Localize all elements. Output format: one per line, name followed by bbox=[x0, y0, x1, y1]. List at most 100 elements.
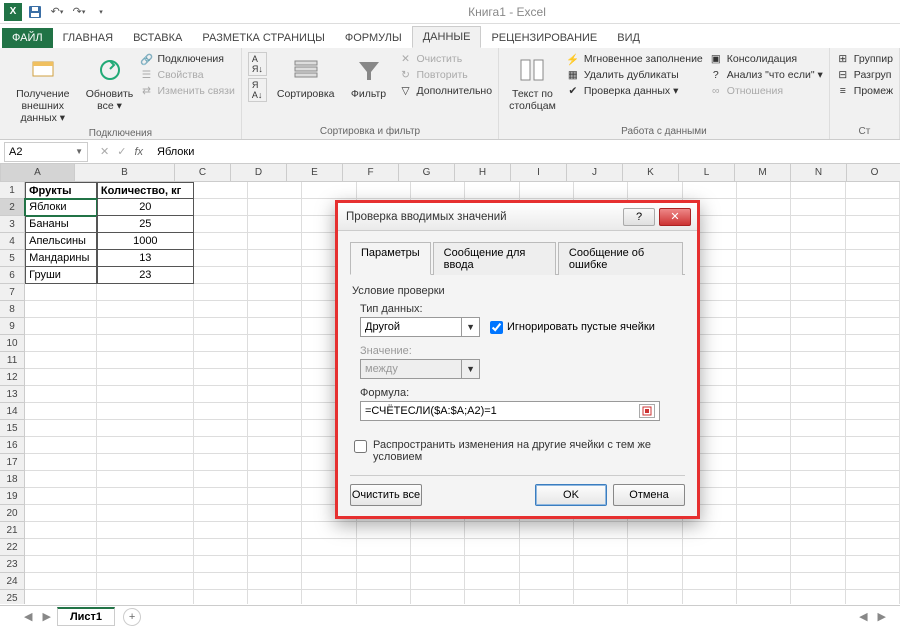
range-picker-icon[interactable] bbox=[639, 404, 655, 418]
cell[interactable] bbox=[574, 522, 628, 539]
cell[interactable] bbox=[846, 199, 900, 216]
cell[interactable] bbox=[248, 437, 302, 454]
cell[interactable] bbox=[791, 437, 845, 454]
cell[interactable] bbox=[248, 352, 302, 369]
cell[interactable] bbox=[248, 505, 302, 522]
cell[interactable] bbox=[97, 301, 194, 318]
cell[interactable] bbox=[520, 556, 574, 573]
cell[interactable] bbox=[248, 284, 302, 301]
cell[interactable] bbox=[248, 216, 302, 233]
cell[interactable] bbox=[846, 471, 900, 488]
cell[interactable] bbox=[737, 182, 791, 199]
namebox-dropdown-icon[interactable]: ▼ bbox=[75, 147, 83, 156]
dialog-help-button[interactable]: ? bbox=[623, 208, 655, 226]
cell[interactable] bbox=[248, 539, 302, 556]
cell[interactable]: Апельсины bbox=[25, 233, 97, 250]
cell[interactable] bbox=[520, 539, 574, 556]
row-header[interactable]: 7 bbox=[0, 284, 25, 301]
column-header[interactable]: F bbox=[343, 164, 399, 181]
cell[interactable] bbox=[791, 505, 845, 522]
dialog-tab-error-msg[interactable]: Сообщение об ошибке bbox=[558, 242, 683, 275]
cell[interactable] bbox=[846, 369, 900, 386]
cell[interactable] bbox=[302, 556, 356, 573]
row-header[interactable]: 1 bbox=[0, 182, 25, 199]
cell[interactable] bbox=[737, 539, 791, 556]
cell[interactable] bbox=[194, 471, 248, 488]
tab-pagelayout[interactable]: РАЗМЕТКА СТРАНИЦЫ bbox=[192, 28, 334, 48]
remove-duplicates-button[interactable]: ▦Удалить дубликаты bbox=[566, 68, 703, 82]
cell[interactable] bbox=[25, 488, 97, 505]
cell[interactable] bbox=[357, 573, 411, 590]
cell[interactable] bbox=[574, 182, 628, 199]
cell[interactable] bbox=[25, 301, 97, 318]
cell[interactable] bbox=[248, 267, 302, 284]
cell[interactable] bbox=[846, 182, 900, 199]
cell[interactable] bbox=[628, 573, 682, 590]
column-header[interactable]: H bbox=[455, 164, 511, 181]
cell[interactable] bbox=[791, 403, 845, 420]
cell[interactable] bbox=[791, 522, 845, 539]
cell[interactable] bbox=[846, 556, 900, 573]
formula-input[interactable] bbox=[151, 142, 900, 162]
group-rows-button[interactable]: ⊞Группир bbox=[836, 52, 893, 66]
tab-data[interactable]: ДАННЫЕ bbox=[412, 26, 482, 48]
cell[interactable] bbox=[846, 335, 900, 352]
cell[interactable] bbox=[97, 505, 194, 522]
cell[interactable] bbox=[683, 182, 737, 199]
refresh-all-button[interactable]: Обновить все ▾ bbox=[86, 52, 134, 114]
cell[interactable] bbox=[411, 573, 465, 590]
cell[interactable] bbox=[25, 454, 97, 471]
row-header[interactable]: 11 bbox=[0, 352, 25, 369]
cell[interactable] bbox=[194, 352, 248, 369]
cell[interactable]: Бананы bbox=[25, 216, 97, 233]
clear-all-button[interactable]: Очистить все bbox=[350, 484, 422, 506]
cell[interactable] bbox=[846, 573, 900, 590]
cell[interactable] bbox=[25, 522, 97, 539]
row-header[interactable]: 16 bbox=[0, 437, 25, 454]
cell[interactable] bbox=[846, 539, 900, 556]
cell[interactable] bbox=[846, 522, 900, 539]
cell[interactable] bbox=[248, 454, 302, 471]
add-sheet-button[interactable]: + bbox=[123, 608, 141, 626]
cell[interactable] bbox=[25, 318, 97, 335]
cell[interactable] bbox=[194, 284, 248, 301]
row-header[interactable]: 18 bbox=[0, 471, 25, 488]
cell[interactable] bbox=[465, 556, 519, 573]
cell[interactable] bbox=[248, 522, 302, 539]
cell[interactable] bbox=[97, 522, 194, 539]
cell[interactable] bbox=[791, 318, 845, 335]
cell[interactable] bbox=[791, 420, 845, 437]
sort-button[interactable]: Сортировка bbox=[273, 52, 339, 102]
properties-button[interactable]: ☰Свойства bbox=[140, 68, 235, 82]
cell[interactable] bbox=[846, 250, 900, 267]
tab-review[interactable]: РЕЦЕНЗИРОВАНИЕ bbox=[481, 28, 607, 48]
ok-button[interactable]: OK bbox=[535, 484, 607, 506]
filter-button[interactable]: Фильтр bbox=[345, 52, 393, 102]
row-header[interactable]: 15 bbox=[0, 420, 25, 437]
cell[interactable] bbox=[248, 471, 302, 488]
cell[interactable] bbox=[25, 420, 97, 437]
formula-field[interactable]: =СЧЁТЕСЛИ($A:$A;A2)=1 bbox=[360, 401, 660, 421]
cell[interactable] bbox=[25, 369, 97, 386]
cell[interactable] bbox=[25, 573, 97, 590]
cell[interactable] bbox=[737, 420, 791, 437]
cell[interactable] bbox=[628, 590, 682, 604]
cell[interactable] bbox=[628, 539, 682, 556]
cell[interactable] bbox=[791, 590, 845, 604]
cell[interactable] bbox=[465, 590, 519, 604]
cell[interactable] bbox=[97, 352, 194, 369]
cell[interactable]: Яблоки bbox=[25, 199, 97, 216]
save-button[interactable] bbox=[26, 3, 44, 21]
spread-changes-checkbox[interactable]: Распространить изменения на другие ячейк… bbox=[354, 439, 685, 463]
cell[interactable] bbox=[846, 505, 900, 522]
cell[interactable] bbox=[520, 573, 574, 590]
cell[interactable] bbox=[248, 335, 302, 352]
cell[interactable] bbox=[574, 590, 628, 604]
name-box[interactable]: A2▼ bbox=[4, 142, 88, 162]
cell[interactable] bbox=[683, 573, 737, 590]
cell[interactable] bbox=[248, 403, 302, 420]
column-header[interactable]: E bbox=[287, 164, 343, 181]
undo-button[interactable]: ↶▾ bbox=[48, 3, 66, 21]
relations-button[interactable]: ∞Отношения bbox=[709, 84, 823, 98]
row-header[interactable]: 8 bbox=[0, 301, 25, 318]
